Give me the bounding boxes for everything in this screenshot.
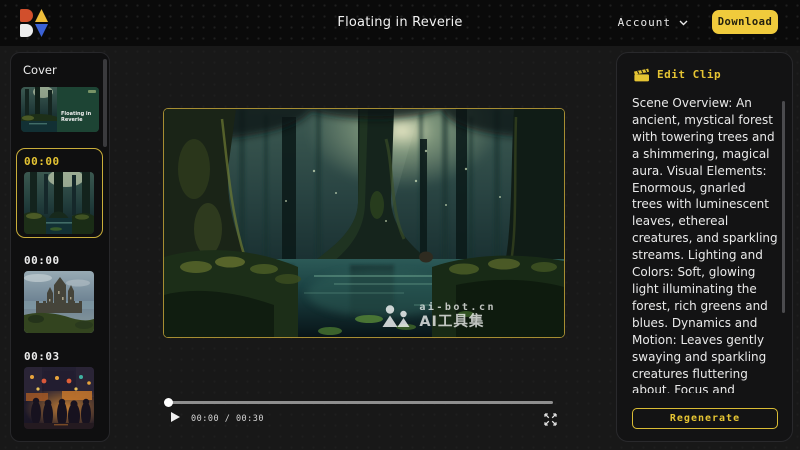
play-button[interactable] (171, 412, 183, 424)
regenerate-button[interactable]: Regenerate (632, 408, 778, 429)
clapperboard-icon (633, 67, 650, 82)
fullscreen-icon (544, 413, 557, 426)
page-title: Floating in Reverie (337, 15, 462, 30)
edit-clip-title: Edit Clip (657, 68, 721, 81)
forest-video-frame-image (164, 109, 564, 337)
fullscreen-button[interactable] (544, 411, 557, 424)
account-label: Account (618, 16, 671, 29)
clip-timestamp: 00:03 (24, 350, 102, 363)
progress-bar[interactable] (165, 401, 553, 404)
description-scrollbar[interactable] (782, 101, 785, 313)
clip-card-2[interactable]: 00:00 (16, 247, 103, 337)
logo-shape-blue (35, 24, 48, 37)
top-bar: Floating in Reverie Account Download (0, 0, 800, 46)
video-preview[interactable]: ai-bot.cn AI工具集 (163, 108, 565, 338)
clip-description-input[interactable]: Scene Overview: An ancient, mystical for… (632, 95, 779, 393)
edit-clip-panel: Edit Clip Scene Overview: An ancient, my… (616, 52, 793, 442)
app-window: Floating in Reverie Account Download Cov… (0, 0, 800, 450)
download-button[interactable]: Download (712, 10, 778, 34)
account-menu[interactable]: Account (618, 16, 688, 29)
logo-shape-yellow (35, 9, 48, 22)
clip-card-1[interactable]: 00:00 (16, 148, 103, 238)
chevron-down-icon (679, 20, 688, 26)
cover-title-text: Floating in Reverie (61, 111, 95, 123)
progress-handle[interactable] (164, 398, 173, 407)
castle-thumbnail (24, 271, 94, 333)
cover-thumbnail[interactable]: Floating in Reverie (21, 87, 99, 132)
cover-brand-mark (88, 90, 96, 93)
play-icon (171, 412, 180, 422)
clip-timestamp: 00:00 (24, 155, 102, 168)
night-market-thumbnail (24, 367, 94, 429)
logo-shape-white (20, 24, 33, 37)
cover-label: Cover (23, 63, 57, 77)
cover-forest-image (21, 87, 57, 132)
cover-title-area: Floating in Reverie (57, 87, 99, 132)
sidebar-scrollbar[interactable] (103, 59, 107, 147)
forest-thumbnail (24, 172, 94, 234)
app-logo-icon[interactable] (20, 9, 48, 37)
time-display: 00:00 / 00:30 (191, 414, 264, 424)
clips-sidebar: Cover (10, 52, 110, 442)
logo-shape-red (20, 9, 33, 22)
edit-clip-header: Edit Clip (633, 67, 721, 82)
clip-timestamp: 00:00 (24, 254, 102, 267)
clip-card-3[interactable]: 00:03 (16, 343, 103, 433)
